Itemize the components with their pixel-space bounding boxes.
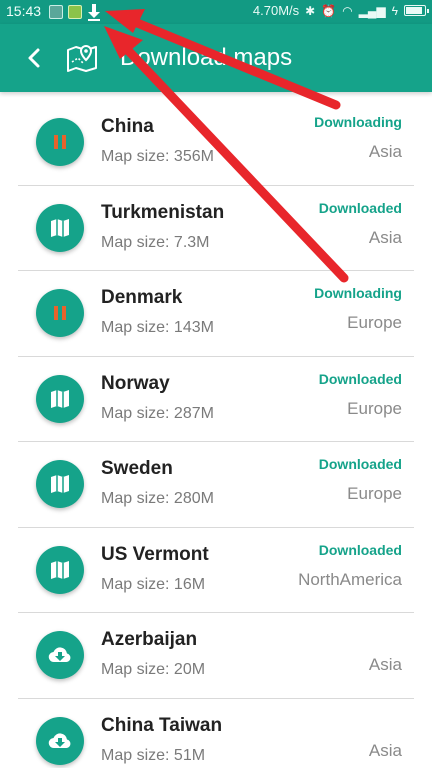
map-region: Europe (347, 484, 402, 503)
map-name: China Taiwan (101, 714, 223, 736)
download-status: Downloading (314, 285, 402, 301)
charging-icon: ϟ (391, 3, 398, 18)
map-region: NorthAmerica (298, 569, 402, 589)
map-icon[interactable] (36, 374, 84, 423)
download-status: Downloaded (318, 199, 402, 216)
status-bar: 15:43 4.70M/s ✱ ⏰ ◠ ▂▄▆ ϟ (0, 0, 432, 24)
status-indicators: 4.70M/s ✱ ⏰ ◠ ▂▄▆ ϟ (252, 3, 429, 18)
alarm-icon: ⏰ (321, 3, 337, 18)
map-name: Norway (101, 372, 170, 394)
notification-android-icon (68, 5, 82, 19)
bluetooth-icon: ✱ (305, 3, 316, 18)
map-region: Europe (347, 313, 402, 332)
status-time: 15:43 (6, 3, 42, 19)
list-item[interactable]: Azerbaijan Map size: 20M Asia (18, 613, 414, 699)
download-status: Downloading (314, 114, 402, 130)
map-size: Map size: 287M (101, 404, 214, 422)
map-region: Asia (368, 655, 402, 674)
download-status: Downloaded (318, 456, 402, 472)
pause-icon[interactable] (36, 289, 84, 337)
download-notification-icon (88, 4, 100, 21)
screen: 15:43 4.70M/s ✱ ⏰ ◠ ▂▄▆ ϟ Download maps (0, 0, 432, 768)
map-size: Map size: 20M (101, 661, 206, 678)
notification-app-icon (49, 5, 63, 19)
battery-icon (404, 5, 429, 16)
list-item[interactable]: Sweden Map size: 280M Downloaded Europe (18, 442, 414, 528)
map-icon[interactable] (36, 460, 84, 508)
map-name: Azerbaijan (101, 629, 198, 650)
map-name: Denmark (101, 287, 183, 308)
map-name: China (101, 116, 154, 137)
map-size: Map size: 280M (101, 490, 214, 507)
map-icon[interactable] (36, 545, 84, 594)
cloud-download-icon[interactable] (36, 631, 84, 679)
map-size: Map size: 7.3M (101, 233, 210, 251)
map-name: Sweden (101, 458, 173, 479)
list-item[interactable]: Turkmenistan Map size: 7.3M Downloaded Asia (18, 186, 414, 271)
map-name: US Vermont (101, 543, 209, 565)
wifi-icon: ◠ (342, 3, 353, 18)
map-region: Asia (368, 740, 402, 760)
download-status: Downloaded (318, 541, 402, 558)
network-speed: 4.70M/s (252, 3, 300, 18)
map-region: Asia (368, 142, 402, 161)
signal-icon: ▂▄▆ (358, 3, 386, 18)
list-item[interactable]: Denmark Map size: 143M Downloading Europe (18, 271, 414, 357)
list-item[interactable]: China Map size: 356M Downloading Asia (18, 100, 414, 186)
map-size: Map size: 143M (101, 319, 214, 336)
map-icon[interactable] (36, 203, 84, 252)
download-status: Downloaded (318, 370, 402, 387)
list-item[interactable]: Norway Map size: 287M Downloaded Europe (18, 357, 414, 442)
map-size: Map size: 356M (101, 148, 214, 165)
map-list: China Map size: 356M Downloading Asia Turkme… (18, 100, 414, 768)
page-title: Download maps (120, 44, 293, 71)
map-name: Turkmenistan (101, 201, 225, 223)
app-bar: Download maps (0, 24, 432, 92)
map-region: Europe (347, 398, 402, 418)
back-icon[interactable] (18, 42, 50, 74)
map-size: Map size: 51M (101, 746, 206, 764)
map-size: Map size: 16M (101, 575, 206, 593)
list-item[interactable]: US Vermont Map size: 16M Downloaded NorthAm… (18, 528, 414, 613)
map-region: Asia (368, 227, 402, 247)
list-item[interactable]: China Taiwan Map size: 51M Asia (18, 699, 414, 768)
cloud-download-icon[interactable] (36, 716, 84, 765)
map-pin-icon (67, 44, 97, 72)
pause-icon[interactable] (36, 118, 84, 166)
